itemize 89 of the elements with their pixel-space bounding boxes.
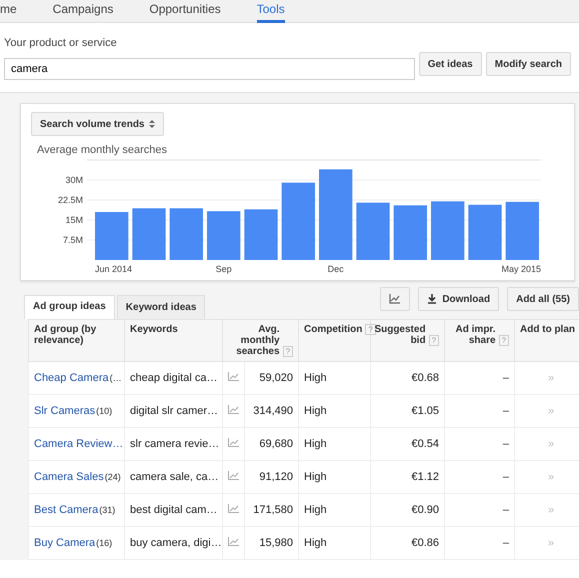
chart-button[interactable] [380, 287, 410, 311]
download-button[interactable]: Download [418, 287, 500, 311]
ad-group-link[interactable]: Camera Sales [34, 471, 104, 483]
axis-label: 15M [65, 215, 83, 225]
ad-group-link[interactable]: Buy Camera [34, 537, 96, 549]
bar [132, 208, 166, 260]
nav-tab[interactable]: Tools [256, 0, 285, 23]
table-cell: – [444, 394, 515, 428]
ad-group-link[interactable]: Slr Cameras [34, 405, 96, 417]
add-all-button[interactable]: Add all (55) [507, 287, 579, 311]
tab[interactable]: Ad group ideas [24, 295, 115, 319]
column-header: Avg. monthly searches [235, 324, 280, 357]
table-cell: €0.68 [370, 362, 445, 394]
keyword-count: (24) [104, 472, 121, 482]
trend-chart-icon[interactable] [228, 471, 239, 480]
search-button[interactable]: Modify search [486, 52, 571, 76]
line-chart-icon [389, 294, 402, 304]
column-header: Add to plan [520, 324, 576, 335]
table-cell: High [298, 526, 371, 560]
bar [207, 211, 240, 260]
keyword-count: (… [110, 373, 122, 383]
ad-group-link[interactable]: Cheap Camera [34, 372, 109, 384]
bar [394, 205, 427, 260]
table-cell: slr camera revie… [124, 428, 222, 460]
table-cell: €0.54 [370, 428, 445, 460]
nav-tab[interactable]: me [0, 0, 17, 23]
table-cell: best digital cam… [124, 494, 222, 526]
column-header: Keywords [130, 324, 178, 335]
trend-chart-icon[interactable] [228, 405, 239, 414]
chart-title: Average monthly searches [37, 144, 168, 156]
table-cell: €0.90 [370, 494, 445, 526]
table-cell: – [444, 428, 515, 460]
column-header: Ad group (by relevance) [34, 324, 98, 346]
ad-group-link[interactable]: Best Camera [34, 504, 98, 516]
table-cell: camera sale, ca… [124, 460, 222, 494]
table-cell: 91,120 [244, 460, 299, 494]
bar [244, 209, 278, 260]
axis-label: 7.5M [62, 235, 83, 245]
table-cell: 59,020 [244, 362, 299, 394]
table-cell: – [444, 494, 515, 526]
table-cell: 314,490 [244, 394, 299, 428]
trend-chart-icon[interactable] [228, 537, 239, 546]
chart-type-dropdown[interactable]: Search volume trends [31, 112, 164, 136]
trend-chart-icon[interactable] [228, 372, 239, 381]
tab[interactable]: Keyword ideas [116, 295, 206, 319]
table-cell: High [298, 362, 371, 394]
bar [431, 201, 464, 260]
field-label: Your product or service [4, 37, 118, 49]
table-cell: 15,980 [244, 526, 299, 560]
bar [506, 202, 539, 260]
axis-label: 22.5M [58, 195, 83, 205]
search-field[interactable]: camera [4, 58, 415, 80]
nav-tab[interactable]: Opportunities [149, 0, 221, 23]
bar [356, 202, 390, 260]
column-header: Suggested bid [374, 324, 426, 346]
trend-chart-icon[interactable] [228, 438, 239, 447]
table-cell: buy camera, digi… [124, 526, 222, 560]
nav-tab[interactable]: Campaigns [52, 0, 114, 23]
keyword-count: (31) [99, 505, 116, 515]
table-cell: – [444, 460, 515, 494]
trend-chart-icon[interactable] [228, 504, 239, 513]
keyword-count: (10) [96, 406, 112, 416]
search-button[interactable]: Get ideas [418, 52, 482, 76]
axis-label: May 2015 [501, 264, 541, 274]
axis-label: Dec [328, 264, 344, 274]
table-cell: cheap digital ca… [124, 362, 222, 394]
table-cell: High [298, 394, 371, 428]
axis-label: Sep [216, 264, 232, 274]
column-header: Competition [304, 324, 362, 335]
table-cell: 171,580 [244, 494, 299, 526]
column-header: Ad impr. share [454, 324, 496, 346]
table-cell: 69,680 [244, 428, 299, 460]
table-cell: – [444, 362, 515, 394]
table-cell: €1.05 [370, 394, 445, 428]
axis-label: 30M [65, 175, 83, 185]
table-cell: High [298, 460, 371, 494]
keyword-count: (16) [96, 538, 112, 548]
download-icon [427, 294, 438, 304]
table-cell: – [444, 526, 515, 560]
table-cell: High [298, 494, 371, 526]
table-cell: €1.12 [370, 460, 445, 494]
bar [95, 212, 128, 260]
axis-label: Jun 2014 [95, 264, 132, 274]
bar [170, 208, 203, 260]
table-cell: High [298, 428, 371, 460]
bar [468, 204, 502, 260]
table-cell: €0.86 [370, 526, 445, 560]
sort-arrows-icon [149, 119, 156, 129]
table-cell: digital slr camer… [124, 394, 222, 428]
